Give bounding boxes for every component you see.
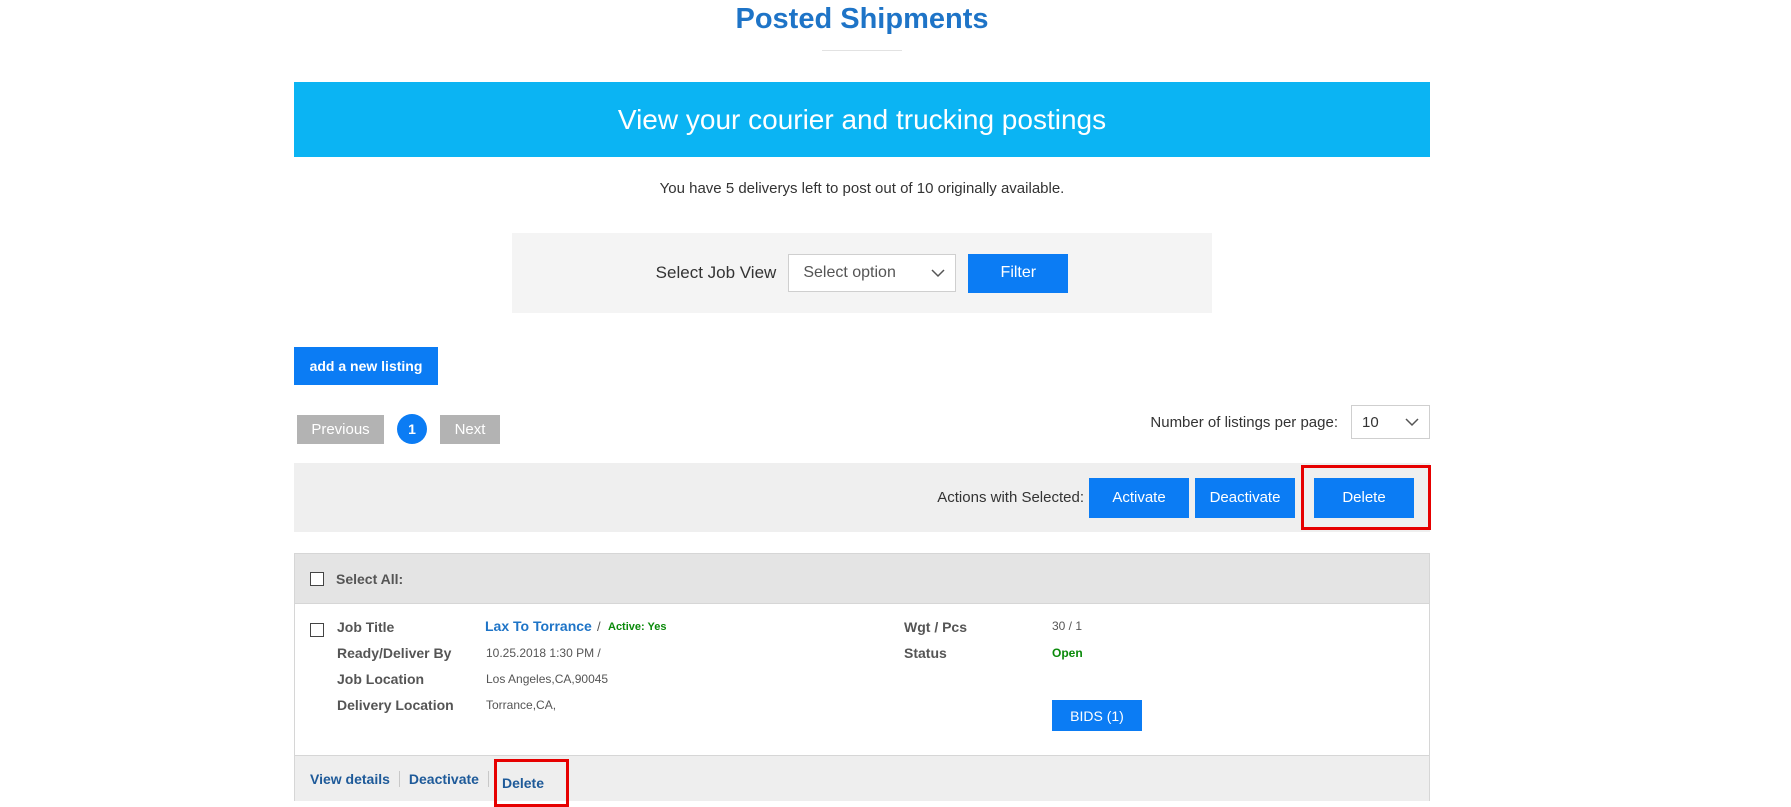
page-banner: View your courier and trucking postings (294, 82, 1430, 157)
ready-deliver-label: Ready/Deliver By (337, 645, 452, 661)
job-view-label: Select Job View (655, 263, 777, 282)
delivery-location-label: Delivery Location (337, 697, 454, 713)
filter-button[interactable]: Filter (968, 253, 1069, 293)
job-view-filter-panel: Select Job View Select option Filter (512, 233, 1212, 313)
deactivate-link[interactable]: Deactivate (409, 771, 479, 787)
banner-text: View your courier and trucking postings (617, 103, 1107, 135)
bids-button[interactable]: BIDS (1) (1052, 700, 1142, 731)
delete-link[interactable]: Delete (502, 775, 544, 791)
listings-per-page: Number of listings per page: 10 (1150, 405, 1430, 439)
activate-selected-button[interactable]: Activate (1089, 477, 1189, 518)
list-item: Job Title Ready/Deliver By Job Location … (295, 554, 1429, 807)
delivery-location-value: Torrance,CA, (486, 698, 557, 712)
ready-deliver-value: 10.25.2018 1:30 PM / (486, 646, 601, 660)
chevron-down-icon (931, 269, 945, 278)
listing-actions-row: View details Deactivate Delete (295, 755, 1429, 807)
remaining-deliveries-text: You have 5 deliverys left to post out of… (659, 180, 1065, 197)
delete-selected-highlight: Delete (1301, 465, 1431, 530)
per-page-select[interactable]: 10 (1351, 405, 1430, 439)
job-view-select-value: Select option (803, 264, 896, 281)
status-value: Open (1052, 646, 1083, 660)
listings-table: Select All: Job Title Ready/Deliver By J… (294, 553, 1430, 807)
previous-page-button[interactable]: Previous (297, 414, 384, 444)
page-title: Posted Shipments (735, 3, 989, 35)
bulk-actions-label: Actions with Selected: (937, 489, 1084, 506)
status-label: Status (904, 645, 947, 661)
link-divider (398, 770, 400, 787)
view-details-link[interactable]: View details (310, 771, 390, 787)
delete-link-highlight: Delete (493, 758, 569, 807)
bulk-actions-bar: Actions with Selected: Activate Deactiva… (294, 463, 1431, 532)
job-title-label: Job Title (337, 619, 395, 635)
wgt-pcs-value: 30 / 1 (1052, 619, 1083, 633)
per-page-label: Number of listings per page: (1150, 413, 1338, 431)
job-location-value: Los Angeles,CA,90045 (486, 672, 609, 686)
chevron-down-icon (1405, 418, 1419, 427)
title-separator: / (597, 619, 601, 634)
delete-selected-button[interactable]: Delete (1314, 477, 1414, 518)
deactivate-selected-button[interactable]: Deactivate (1195, 477, 1295, 518)
next-page-button[interactable]: Next (440, 414, 500, 444)
active-status: Active: Yes (608, 621, 667, 633)
link-divider (487, 770, 489, 787)
job-title-link[interactable]: Lax To Torrance (485, 618, 592, 634)
pagination: Previous 1 Next (297, 414, 500, 444)
listing-checkbox[interactable] (310, 623, 324, 637)
per-page-value: 10 (1362, 413, 1379, 431)
add-listing-button[interactable]: add a new listing (294, 347, 438, 385)
title-divider (822, 50, 902, 51)
wgt-pcs-label: Wgt / Pcs (904, 619, 968, 635)
page-number-current[interactable]: 1 (397, 414, 427, 444)
job-view-select[interactable]: Select option (788, 254, 957, 292)
job-location-label: Job Location (337, 671, 425, 687)
